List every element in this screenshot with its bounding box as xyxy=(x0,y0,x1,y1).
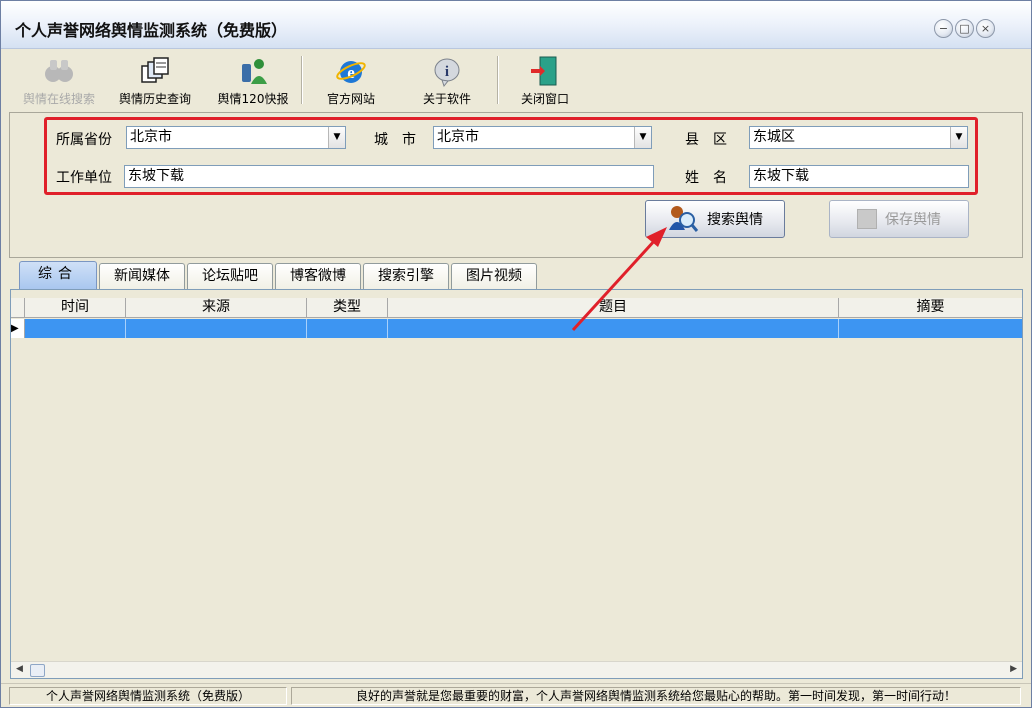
toolbar: 舆情在线搜索 舆情历史查询 舆情120快报 e 官方网站 i 关于软件 关闭窗口 xyxy=(1,50,1031,110)
work-unit-label: 工作单位 xyxy=(56,170,112,186)
save-opinion-label: 保存舆情 xyxy=(885,212,941,228)
name-input[interactable]: 东坡下载 xyxy=(749,165,969,188)
restore-button[interactable]: □ xyxy=(955,19,974,38)
phone-person-icon xyxy=(242,59,267,84)
close-window-button[interactable]: 关闭窗口 xyxy=(505,54,585,108)
category-tabs: 综合 新闻媒体 论坛贴吧 博客微博 搜索引擎 图片视频 xyxy=(19,261,539,289)
row-pointer-icon: ▶ xyxy=(11,319,25,338)
col-summary[interactable]: 摘要 xyxy=(839,298,1022,317)
search-opinion-button[interactable]: 搜索舆情 xyxy=(645,200,785,238)
table-row[interactable]: ▶ xyxy=(11,319,1022,338)
tab-blogs-weibo[interactable]: 博客微博 xyxy=(275,263,361,289)
city-value: 北京市 xyxy=(437,129,479,145)
grid-header: 时间 来源 类型 题目 摘要 xyxy=(11,298,1022,318)
save-opinion-button[interactable]: 保存舆情 xyxy=(829,200,969,238)
close-window-label: 关闭窗口 xyxy=(520,92,569,106)
tab-forums[interactable]: 论坛贴吧 xyxy=(187,263,273,289)
app-window: 个人声誉网络舆情监测系统（免费版） − □ × 舆情在线搜索 舆情历史查询 舆情… xyxy=(0,0,1032,708)
ie-globe-icon: e xyxy=(336,61,366,83)
col-title[interactable]: 题目 xyxy=(388,298,839,317)
search-opinion-label: 搜索舆情 xyxy=(707,212,763,228)
toolbar-separator xyxy=(497,56,499,104)
county-value: 东城区 xyxy=(753,129,795,145)
official-site-label: 官方网站 xyxy=(326,92,375,106)
row-indicator-header xyxy=(11,298,25,317)
scroll-thumb[interactable] xyxy=(30,664,45,677)
county-label: 县 区 xyxy=(685,132,727,148)
status-message: 良好的声誉就是您最重要的财富，个人声誉网络舆情监测系统给您最贴心的帮助。第一时间… xyxy=(291,687,1021,705)
window-controls: − □ × xyxy=(934,19,995,38)
toolbar-separator xyxy=(301,56,303,104)
save-disk-icon xyxy=(857,209,877,229)
province-value: 北京市 xyxy=(130,129,172,145)
info-icon: i xyxy=(434,58,460,88)
minimize-button[interactable]: − xyxy=(934,19,953,38)
svg-text:i: i xyxy=(445,64,449,80)
results-grid[interactable]: 时间 来源 类型 题目 摘要 ▶ ◀ ▶ xyxy=(10,289,1023,679)
title-bar: 个人声誉网络舆情监测系统（免费版） − □ × xyxy=(1,1,1031,49)
exit-door-icon xyxy=(531,56,557,86)
province-select[interactable]: 北京市 ▼ xyxy=(126,126,346,149)
tab-search-engines[interactable]: 搜索引擎 xyxy=(363,263,449,289)
county-select[interactable]: 东城区 ▼ xyxy=(749,126,968,149)
cell-type[interactable] xyxy=(307,319,388,338)
horizontal-scrollbar[interactable]: ◀ ▶ xyxy=(11,661,1022,678)
quick-report-button[interactable]: 舆情120快报 xyxy=(213,54,293,108)
about-label: 关于软件 xyxy=(422,92,471,106)
province-label: 所属省份 xyxy=(56,132,112,148)
online-search-button[interactable]: 舆情在线搜索 xyxy=(19,54,99,108)
work-unit-input[interactable]: 东坡下载 xyxy=(124,165,654,188)
quick-report-label: 舆情120快报 xyxy=(217,92,289,106)
scroll-left-icon[interactable]: ◀ xyxy=(16,664,23,674)
chevron-down-icon[interactable]: ▼ xyxy=(950,127,967,148)
cell-summary[interactable] xyxy=(839,319,1022,338)
about-button[interactable]: i 关于软件 xyxy=(407,54,487,108)
city-label: 城 市 xyxy=(374,132,416,148)
cell-source[interactable] xyxy=(126,319,307,338)
col-source[interactable]: 来源 xyxy=(126,298,307,317)
tab-news-media[interactable]: 新闻媒体 xyxy=(99,263,185,289)
city-select[interactable]: 北京市 ▼ xyxy=(433,126,652,149)
chevron-down-icon[interactable]: ▼ xyxy=(634,127,651,148)
col-time[interactable]: 时间 xyxy=(25,298,126,317)
official-site-button[interactable]: e 官方网站 xyxy=(311,54,391,108)
close-button[interactable]: × xyxy=(976,19,995,38)
history-windows-icon xyxy=(141,57,169,83)
scroll-right-icon[interactable]: ▶ xyxy=(1010,664,1017,674)
history-query-label: 舆情历史查询 xyxy=(118,92,191,106)
cell-time[interactable] xyxy=(25,319,126,338)
online-search-label: 舆情在线搜索 xyxy=(22,92,95,106)
history-query-button[interactable]: 舆情历史查询 xyxy=(115,54,195,108)
tab-comprehensive[interactable]: 综合 xyxy=(19,261,97,289)
tab-images-videos[interactable]: 图片视频 xyxy=(451,263,537,289)
status-app-name: 个人声誉网络舆情监测系统（免费版） xyxy=(9,687,287,705)
name-label: 姓 名 xyxy=(685,170,727,186)
cell-title[interactable] xyxy=(388,319,839,338)
window-title: 个人声誉网络舆情监测系统（免费版） xyxy=(15,21,288,40)
status-bar: 个人声誉网络舆情监测系统（免费版） 良好的声誉就是您最重要的财富，个人声誉网络舆… xyxy=(1,683,1031,707)
col-type[interactable]: 类型 xyxy=(307,298,388,317)
binoculars-icon xyxy=(45,60,73,82)
search-person-icon xyxy=(669,206,699,232)
chevron-down-icon[interactable]: ▼ xyxy=(328,127,345,148)
